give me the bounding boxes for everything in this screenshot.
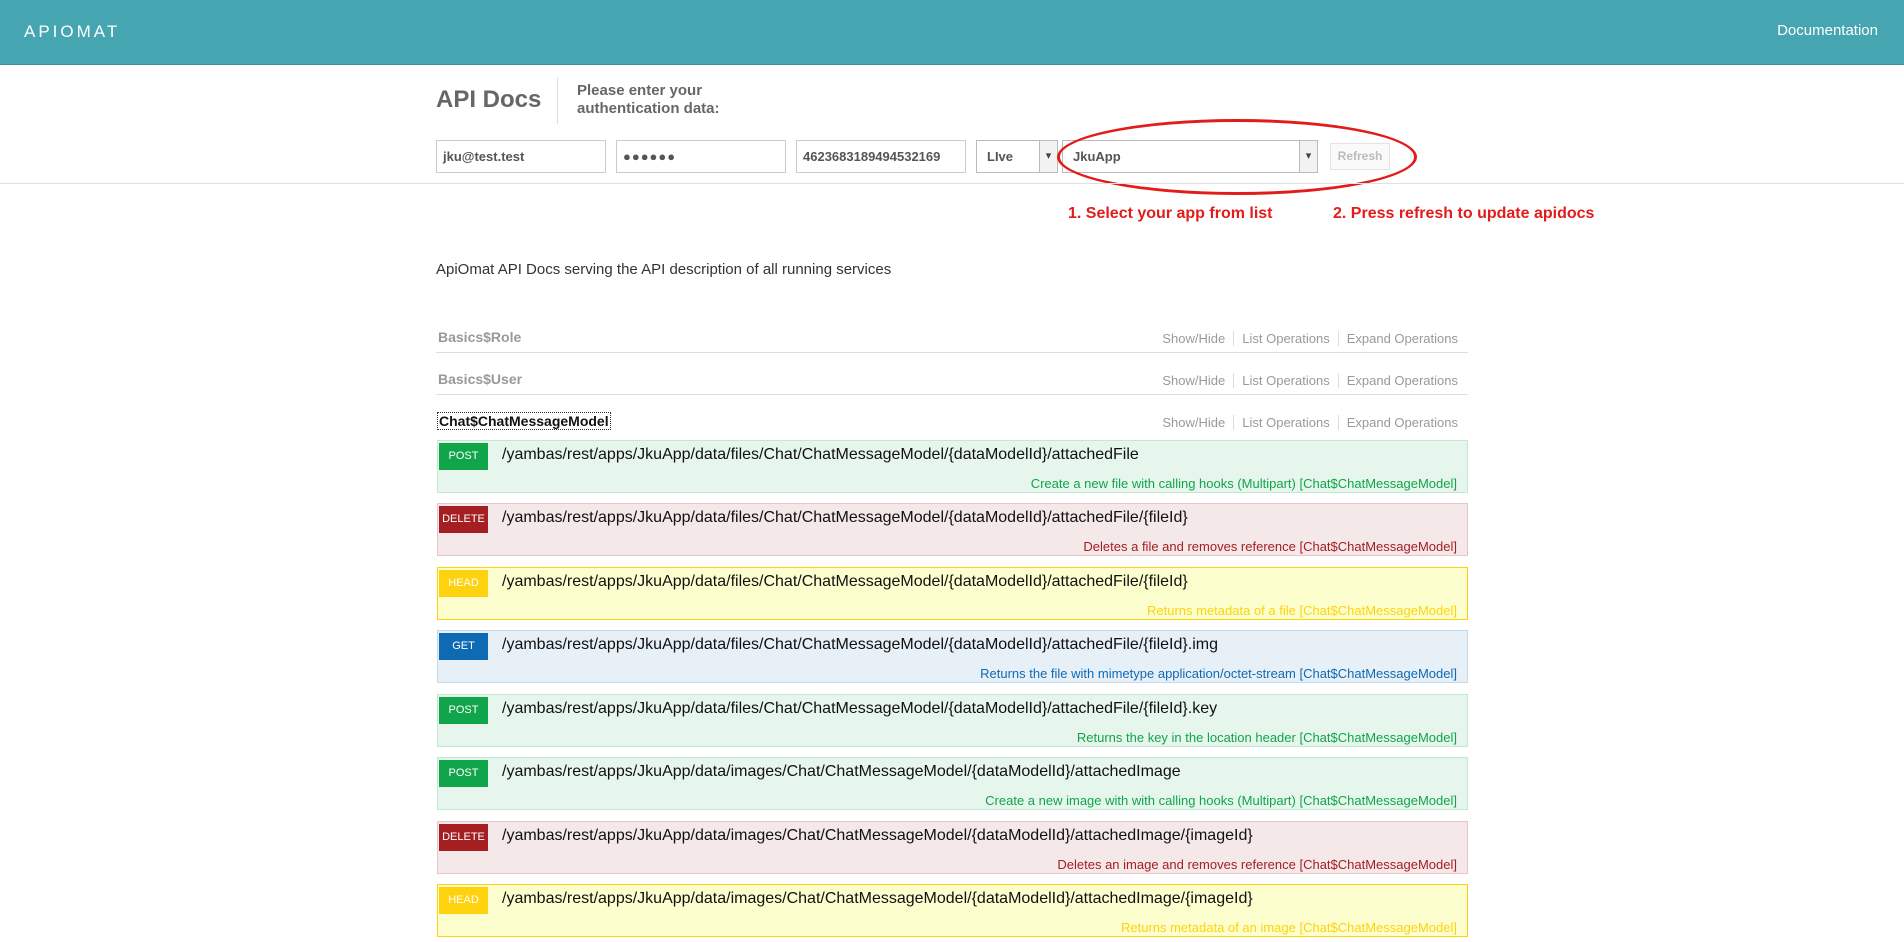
resource-actions: Show/Hide List Operations Expand Operation… [1154, 331, 1458, 346]
chevron-down-icon[interactable]: ▾ [1039, 141, 1057, 172]
app-select[interactable]: JkuApp ▾ [1062, 140, 1318, 173]
list-operations-link[interactable]: List Operations [1233, 415, 1337, 430]
documentation-link[interactable]: Documentation [1777, 22, 1878, 39]
operation-row[interactable]: POST /yambas/rest/apps/JkuApp/data/files… [437, 694, 1468, 747]
operation-path[interactable]: /yambas/rest/apps/JkuApp/data/files/Chat… [502, 700, 1217, 718]
title-divider [557, 77, 558, 124]
top-nav-bar: APIOMAT Documentation [0, 0, 1904, 65]
operation-summary: Create a new image with with calling hoo… [985, 793, 1457, 808]
operation-path[interactable]: /yambas/rest/apps/JkuApp/data/files/Chat… [502, 509, 1188, 527]
chevron-down-icon[interactable]: ▾ [1299, 141, 1317, 172]
operation-summary: Returns the key in the location header [… [1076, 730, 1457, 745]
apiomat-logo[interactable]: APIOMAT [24, 22, 120, 42]
username-input[interactable]: jku@test.test [436, 140, 606, 173]
header-divider [0, 183, 1904, 184]
resource-basics-user: Basics$User Show/Hide List Operations Expa… [436, 365, 1468, 395]
resource-actions: Show/Hide List Operations Expand Operation… [1154, 415, 1458, 430]
show-hide-link[interactable]: Show/Hide [1154, 331, 1233, 346]
operation-row[interactable]: HEAD /yambas/rest/apps/JkuApp/data/image… [437, 884, 1468, 937]
operation-summary: Returns metadata of a file [Chat$ChatMes… [1146, 603, 1457, 618]
list-operations-link[interactable]: List Operations [1233, 331, 1337, 346]
hint-press-refresh: 2. Press refresh to update apidocs [1333, 205, 1595, 222]
operation-summary: Create a new file with calling hooks (Mu… [1030, 476, 1457, 491]
list-operations-link[interactable]: List Operations [1233, 373, 1337, 388]
method-badge[interactable]: DELETE [439, 506, 488, 533]
method-badge[interactable]: HEAD [439, 887, 488, 914]
resource-basics-role: Basics$Role Show/Hide List Operations Expa… [436, 323, 1468, 353]
operation-row[interactable]: GET /yambas/rest/apps/JkuApp/data/files/… [437, 630, 1468, 683]
operation-row[interactable]: DELETE /yambas/rest/apps/JkuApp/data/fil… [437, 503, 1468, 556]
operation-path[interactable]: /yambas/rest/apps/JkuApp/data/files/Chat… [502, 636, 1218, 654]
operation-summary: Deletes an image and removes reference [… [1057, 857, 1457, 872]
expand-operations-link[interactable]: Expand Operations [1337, 373, 1458, 388]
system-select-value: LIve [987, 149, 1014, 164]
refresh-button[interactable]: Refresh [1330, 143, 1390, 170]
operation-summary: Returns the file with mimetype applicati… [980, 666, 1457, 681]
resource-chat-message-model: Chat$ChatMessageModel Show/Hide List Oper… [436, 407, 1468, 437]
method-badge[interactable]: POST [439, 443, 488, 470]
expand-operations-link[interactable]: Expand Operations [1337, 331, 1458, 346]
operation-row[interactable]: POST /yambas/rest/apps/JkuApp/data/files… [437, 440, 1468, 493]
api-key-input[interactable]: 4623683189494532169 [796, 140, 966, 173]
logo-text: APIOMAT [24, 22, 121, 41]
operation-path[interactable]: /yambas/rest/apps/JkuApp/data/files/Chat… [502, 446, 1139, 464]
operation-path[interactable]: /yambas/rest/apps/JkuApp/data/images/Cha… [502, 763, 1181, 781]
resource-name[interactable]: Basics$User [438, 371, 522, 387]
resource-actions: Show/Hide List Operations Expand Operation… [1154, 373, 1458, 388]
operation-summary: Deletes a file and removes reference [Ch… [1083, 539, 1457, 554]
auth-prompt: Please enter your authentication data: [577, 82, 720, 117]
page-title: API Docs [436, 86, 542, 113]
operation-row[interactable]: DELETE /yambas/rest/apps/JkuApp/data/ima… [437, 821, 1468, 874]
method-badge[interactable]: POST [439, 697, 488, 724]
hint-select-app: 1. Select your app from list [1068, 205, 1273, 222]
method-badge[interactable]: POST [439, 760, 488, 787]
operation-path[interactable]: /yambas/rest/apps/JkuApp/data/files/Chat… [502, 573, 1188, 591]
system-select[interactable]: LIve ▾ [976, 140, 1058, 173]
operation-path[interactable]: /yambas/rest/apps/JkuApp/data/images/Cha… [502, 827, 1253, 845]
api-description: ApiOmat API Docs serving the API descrip… [436, 261, 892, 278]
expand-operations-link[interactable]: Expand Operations [1337, 415, 1458, 430]
operation-row[interactable]: HEAD /yambas/rest/apps/JkuApp/data/files… [437, 567, 1468, 620]
resource-name[interactable]: Basics$Role [438, 329, 521, 345]
show-hide-link[interactable]: Show/Hide [1154, 373, 1233, 388]
method-badge[interactable]: GET [439, 633, 488, 660]
show-hide-link[interactable]: Show/Hide [1154, 415, 1233, 430]
operation-row[interactable]: POST /yambas/rest/apps/JkuApp/data/image… [437, 757, 1468, 810]
resource-name[interactable]: Chat$ChatMessageModel [437, 412, 611, 430]
method-badge[interactable]: DELETE [439, 824, 488, 851]
operation-summary: Returns metadata of an image [Chat$ChatM… [1120, 920, 1457, 935]
operation-path[interactable]: /yambas/rest/apps/JkuApp/data/images/Cha… [502, 890, 1253, 908]
password-input[interactable]: ●●●●●● [616, 140, 786, 173]
method-badge[interactable]: HEAD [439, 570, 488, 597]
app-select-value: JkuApp [1073, 149, 1121, 164]
